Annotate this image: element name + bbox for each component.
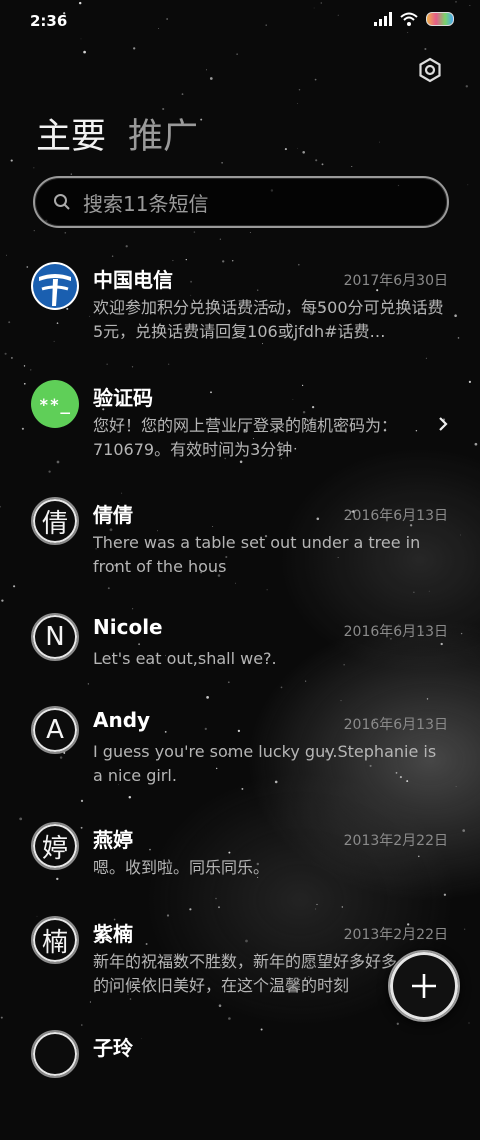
star [185, 258, 187, 261]
message-preview: I guess you're some lucky guy.Stephanie … [93, 742, 437, 785]
contact-name: 中国电信 [93, 268, 173, 292]
star [297, 147, 298, 149]
contact-name: 燕婷 [93, 828, 133, 852]
star [6, 254, 7, 256]
message-preview: 您好！您的网上营业厅登录的随机密码为：710679。有效时间为3分钟 [93, 416, 398, 459]
star [465, 85, 469, 88]
star [321, 163, 324, 166]
message-date: 2017年6月30日 [343, 273, 448, 289]
conversation-item[interactable]: 中国电信 2017年6月30日 欢迎参加积分兑换话费活动，每500分可兑换话费5… [0, 262, 480, 372]
star [121, 492, 123, 494]
conversation-item[interactable]: A Andy 2016年6月13日 I guess you're some lu… [0, 706, 480, 816]
avatar: 倩 [31, 497, 79, 545]
star [351, 166, 353, 168]
star [209, 77, 213, 80]
message-preview: There was a table set out under a tree i… [93, 533, 421, 576]
avatar: N [31, 613, 79, 661]
star [33, 230, 35, 232]
star [133, 47, 136, 50]
conversation-item[interactable]: **_ 验证码 您好！您的网上营业厅登录的随机密码为：710679。有效时间为3… [0, 380, 480, 490]
contact-name: Andy [93, 708, 151, 732]
star [424, 47, 427, 51]
star [219, 238, 221, 240]
battery-icon [426, 12, 454, 26]
avatar: 婷 [31, 822, 79, 870]
chevron-right-icon[interactable] [436, 414, 450, 434]
signal-icon [374, 12, 392, 26]
star [64, 232, 67, 234]
star [221, 161, 223, 164]
new-message-button[interactable] [388, 950, 460, 1022]
star [172, 260, 174, 262]
contact-name: 验证码 [93, 386, 153, 410]
wifi-icon [400, 12, 418, 26]
star [284, 148, 287, 151]
settings-button[interactable] [416, 56, 444, 84]
status-bar: 2:36 [0, 0, 480, 44]
avatar: **_ [31, 380, 79, 428]
star [298, 89, 301, 91]
gear-icon [419, 57, 441, 83]
star [315, 159, 318, 162]
star [297, 103, 298, 104]
avatar: 楠 [31, 916, 79, 964]
star [314, 78, 317, 81]
star [193, 231, 196, 233]
contact-name: 倩倩 [93, 503, 133, 527]
plus-icon [412, 974, 436, 998]
avatar: A [31, 706, 79, 754]
message-date: 2016年6月13日 [343, 508, 448, 524]
star [111, 255, 114, 257]
star [70, 173, 72, 175]
star [236, 53, 238, 55]
star [19, 817, 23, 821]
message-date: 2016年6月13日 [343, 624, 448, 640]
message-preview: 欢迎参加积分兑换话费活动，每500分可兑换话费5元，兑换话费请回复106或jfd… [93, 298, 444, 341]
star [33, 167, 35, 169]
star [379, 141, 380, 143]
star [10, 159, 13, 162]
search-icon [54, 194, 70, 210]
contact-name: Nicole [93, 615, 163, 639]
avatar [31, 1030, 79, 1078]
message-date: 2016年6月13日 [343, 717, 448, 733]
star [467, 184, 469, 186]
status-time: 2:36 [30, 12, 68, 30]
status-icons [374, 12, 454, 26]
tab-promo[interactable]: 推广 [128, 108, 198, 159]
search-input[interactable]: 搜索11条短信 [33, 176, 449, 228]
message-preview: Let's eat out,shall we?. [93, 649, 277, 668]
contact-name: 子玲 [93, 1036, 133, 1060]
telecom-logo-icon [31, 262, 79, 310]
star [181, 93, 184, 95]
conversation-item[interactable]: 倩 倩倩 2016年6月13日 There was a table set ou… [0, 497, 480, 607]
star [125, 245, 128, 248]
message-preview: 嗯。收到啦。同乐同乐。 [93, 858, 270, 877]
tab-bar: 主要 推广 [36, 108, 198, 159]
star [205, 69, 207, 71]
star [132, 608, 134, 610]
star [249, 232, 251, 233]
conversation-item[interactable]: 子玲 [0, 1030, 480, 1140]
star [200, 118, 203, 121]
star [83, 50, 86, 54]
search-placeholder: 搜索11条短信 [83, 191, 209, 216]
tab-main[interactable]: 主要 [36, 108, 106, 159]
message-date: 2013年2月22日 [343, 833, 448, 849]
star [302, 151, 306, 154]
contact-name: 紫楠 [93, 922, 133, 946]
message-date: 2013年2月22日 [343, 927, 448, 943]
